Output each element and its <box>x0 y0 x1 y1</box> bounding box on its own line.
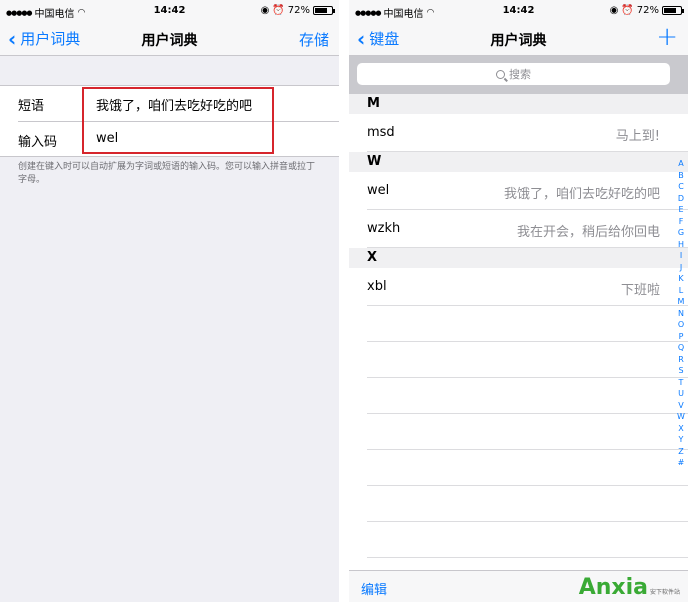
index-letter[interactable]: P <box>676 331 686 343</box>
index-letter[interactable]: K <box>676 273 686 285</box>
list-item[interactable]: wzkh 我在开会，稍后给你回电 <box>367 210 688 248</box>
right-screen: ●●●●● 中国电信 ◠ 14:42 ◉ ⏰ 72% ‹ 键盘 用户词典 + 搜… <box>349 0 688 602</box>
search-placeholder: 搜索 <box>509 68 531 81</box>
rotation-lock-icon: ◉ <box>260 5 270 16</box>
section-header-x: X <box>349 248 688 268</box>
index-letter[interactable]: V <box>676 400 686 412</box>
edit-button[interactable]: 编辑 <box>361 579 387 598</box>
watermark-logo: Anxia 安下软件站 <box>579 575 680 600</box>
index-letter[interactable]: S <box>676 365 686 377</box>
battery-percent: 72% <box>636 5 659 16</box>
empty-row <box>367 450 688 486</box>
index-letter[interactable]: H <box>676 239 686 251</box>
index-letter[interactable]: Z <box>676 446 686 458</box>
shortcut-label: 输入码 <box>18 135 58 150</box>
shortcut-phrase: 我在开会，稍后给你回电 <box>516 225 660 240</box>
index-letter[interactable]: Q <box>676 342 686 354</box>
list-item[interactable]: xbl 下班啦 <box>367 268 688 306</box>
search-bar: 搜索 <box>349 56 688 94</box>
bottom-toolbar: 编辑 Anxia 安下软件站 <box>349 570 688 602</box>
index-letter[interactable]: # <box>676 457 686 469</box>
section-index[interactable]: A B C D E F G H I J K L M N O P Q R S T U V W X Y Z # <box>676 158 686 469</box>
alarm-icon: ⏰ <box>621 5 634 16</box>
index-letter[interactable]: B <box>676 170 686 182</box>
rotation-lock-icon: ◉ <box>609 5 619 16</box>
index-letter[interactable]: J <box>676 262 686 274</box>
list-item[interactable]: msd 马上到! <box>367 114 688 152</box>
shortcut-phrase: 马上到! <box>615 129 660 144</box>
shortcut-phrase: 我饿了，咱们去吃好吃的吧 <box>503 187 660 202</box>
battery-percent: 72% <box>287 5 310 16</box>
empty-row <box>367 414 688 450</box>
battery-icon <box>662 6 684 15</box>
index-letter[interactable]: X <box>676 423 686 435</box>
add-button[interactable]: + <box>656 22 678 52</box>
alarm-icon: ⏰ <box>272 5 285 16</box>
empty-row <box>367 342 688 378</box>
highlight-annotation <box>82 87 274 154</box>
shortcut-phrase: 下班啦 <box>620 283 660 298</box>
index-letter[interactable]: W <box>676 411 686 423</box>
index-letter[interactable]: C <box>676 181 686 193</box>
index-letter[interactable]: L <box>676 285 686 297</box>
index-letter[interactable]: M <box>676 296 686 308</box>
left-screen: ●●●●● 中国电信 ◠ 14:42 ◉ ⏰ 72% ‹ 用户词典 用户词典 存… <box>0 0 339 602</box>
screen-divider <box>339 0 349 602</box>
nav-bar: ‹ 用户词典 用户词典 存储 <box>0 22 339 56</box>
index-letter[interactable]: N <box>676 308 686 320</box>
footnote-text: 创建在键入时可以自动扩展为字词或短语的输入码。您可以输入拼音或拉丁字母。 <box>18 162 316 185</box>
search-icon <box>496 69 505 79</box>
empty-row <box>367 306 688 342</box>
list-item[interactable]: wel 我饿了，咱们去吃好吃的吧 <box>367 172 688 210</box>
shortcut-key: msd <box>367 125 395 140</box>
shortcut-key: xbl <box>367 279 387 294</box>
phrase-label: 短语 <box>18 99 45 114</box>
nav-bar: ‹ 键盘 用户词典 + <box>349 22 688 56</box>
status-bar: ●●●●● 中国电信 ◠ 14:42 ◉ ⏰ 72% <box>0 0 339 22</box>
empty-row <box>367 378 688 414</box>
search-input[interactable]: 搜索 <box>357 63 670 85</box>
index-letter[interactable]: U <box>676 388 686 400</box>
index-letter[interactable]: G <box>676 227 686 239</box>
index-letter[interactable]: Y <box>676 434 686 446</box>
empty-row <box>367 486 688 522</box>
page-title: 用户词典 <box>490 33 547 49</box>
shortcut-key: wzkh <box>367 221 401 236</box>
status-bar: ●●●●● 中国电信 ◠ 14:42 ◉ ⏰ 72% <box>349 0 688 22</box>
empty-row <box>367 522 688 558</box>
shortcut-list: Mmsd 马上到! Wwel 我饿了，咱们去吃好吃的吧 wzkh 我在开会，稍后给你回电 X… <box>349 94 688 558</box>
page-title: 用户词典 <box>141 33 198 49</box>
battery-fill <box>664 8 676 13</box>
index-letter[interactable]: R <box>676 354 686 366</box>
index-letter[interactable]: E <box>676 204 686 216</box>
section-header-w: W <box>349 152 688 172</box>
battery-icon <box>313 6 335 15</box>
index-letter[interactable]: D <box>676 193 686 205</box>
save-button[interactable]: 存储 <box>299 29 329 50</box>
index-letter[interactable]: T <box>676 377 686 389</box>
index-letter[interactable]: I <box>676 250 686 262</box>
watermark-main: Anxia <box>578 575 648 600</box>
index-letter[interactable]: F <box>676 216 686 228</box>
index-letter[interactable]: A <box>676 158 686 170</box>
section-header-m: M <box>349 94 688 114</box>
index-letter[interactable]: O <box>676 319 686 331</box>
shortcut-key: wel <box>367 183 390 198</box>
battery-fill <box>315 8 327 13</box>
watermark-sub: 安下软件站 <box>649 589 680 596</box>
